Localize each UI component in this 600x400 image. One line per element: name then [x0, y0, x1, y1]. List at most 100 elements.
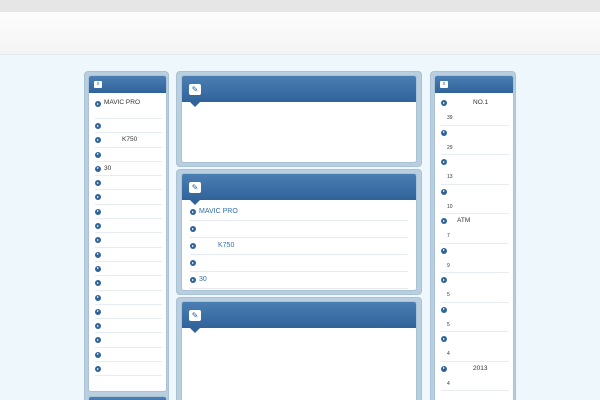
ranking-item[interactable]: 2013 4: [441, 362, 509, 391]
bullet-arrow-icon: [95, 337, 101, 344]
ranking-count: 29: [447, 144, 453, 151]
bullet-arrow-icon: [441, 277, 447, 283]
list-item[interactable]: MAVIC PRO: [190, 204, 408, 221]
center-block-3: ✎: [176, 297, 422, 400]
ranking-item[interactable]: 4: [441, 332, 509, 362]
list-item[interactable]: [95, 319, 162, 334]
bullet-arrow-icon: [190, 209, 196, 215]
list-item[interactable]: [95, 276, 162, 291]
center-list: MAVIC PRO K750 30: [182, 200, 416, 289]
ranking-list: NO.1 39 29 13 10 ATM 7 9 5 5 4 2013 4: [435, 93, 513, 391]
list-item[interactable]: 30: [190, 272, 408, 289]
list-item[interactable]: [95, 362, 162, 377]
list-item[interactable]: [95, 205, 162, 220]
list-item[interactable]: [95, 305, 162, 320]
list-item[interactable]: [95, 148, 162, 162]
ranking-count: 9: [447, 262, 450, 269]
ranking-item[interactable]: 9: [441, 244, 509, 273]
ranking-title[interactable]: 2013: [473, 365, 487, 372]
bullet-arrow-icon: [95, 101, 101, 107]
bullet-arrow-icon: [190, 243, 196, 249]
list-item[interactable]: [95, 119, 162, 134]
center-block-1: ✎: [176, 71, 422, 167]
ranking-title[interactable]: NO.1: [473, 99, 488, 106]
bullet-arrow-icon: [95, 180, 101, 187]
bullet-arrow-icon: [441, 100, 447, 106]
list-item[interactable]: [95, 333, 162, 348]
list-item[interactable]: [190, 221, 408, 238]
list-item[interactable]: [190, 255, 408, 272]
ranking-item[interactable]: ATM 7: [441, 214, 509, 244]
bullet-arrow-icon: [190, 226, 196, 232]
center-panel-3: ✎: [181, 301, 417, 400]
list-item-link[interactable]: 30: [199, 276, 207, 283]
bullet-arrow-icon: [441, 188, 447, 195]
list-item[interactable]: [95, 190, 162, 205]
list-item[interactable]: 30: [95, 162, 162, 177]
bullet-arrow-icon: [441, 218, 447, 224]
bullet-arrow-icon: [95, 223, 101, 230]
list-item[interactable]: [95, 233, 162, 248]
bullet-arrow-icon: [95, 208, 101, 215]
ranking-item[interactable]: 5: [441, 273, 509, 303]
list-item[interactable]: MAVIC PRO: [95, 97, 162, 119]
list-item[interactable]: [95, 291, 162, 305]
edit-icon[interactable]: ✎: [189, 84, 201, 95]
bullet-arrow-icon: [441, 336, 447, 342]
bullet-arrow-icon: [441, 247, 447, 254]
list-item-label: MAVIC PRO: [104, 99, 140, 106]
left-panel-header: x: [89, 76, 166, 93]
bullet-arrow-icon: [441, 129, 447, 136]
center-panel-1-header: ✎: [182, 76, 416, 107]
ranking-item[interactable]: 10: [441, 185, 509, 214]
edit-icon[interactable]: ✎: [189, 182, 201, 193]
bullet-arrow-icon: [441, 365, 447, 372]
bullet-arrow-icon: [95, 237, 101, 244]
list-item[interactable]: K750: [190, 238, 408, 255]
list-item[interactable]: [95, 219, 162, 234]
bullet-arrow-icon: [190, 260, 196, 266]
ranking-count: 13: [447, 174, 453, 180]
list-item[interactable]: [95, 262, 162, 277]
bullet-arrow-icon: [95, 265, 101, 272]
center-panel-2: ✎ MAVIC PRO K750 30: [181, 173, 417, 291]
ranking-count: 7: [447, 233, 450, 239]
list-item-label: 30: [104, 164, 112, 172]
list-item[interactable]: [95, 176, 162, 191]
bullet-arrow-icon: [95, 137, 101, 144]
list-item[interactable]: [95, 248, 162, 262]
center-panel-2-header: ✎: [182, 174, 416, 205]
list-item[interactable]: [95, 348, 162, 363]
bullet-arrow-icon: [95, 123, 101, 129]
bullet-arrow-icon: [95, 251, 101, 258]
ranking-title[interactable]: ATM: [457, 217, 470, 224]
right-panel-header: x: [435, 76, 513, 93]
ranking-item[interactable]: 29: [441, 126, 509, 155]
bullet-arrow-icon: [95, 294, 101, 301]
ranking-item[interactable]: NO.1 39: [441, 96, 509, 126]
left-list: MAVIC PRO K750 30: [89, 93, 166, 377]
right-sidebar: x NO.1 39 29 13 10 ATM 7 9 5 5 4 2013 4: [430, 71, 516, 400]
ranking-count: 10: [447, 203, 453, 210]
center-block-2: ✎ MAVIC PRO K750 30: [176, 169, 422, 295]
bullet-arrow-icon: [95, 366, 101, 373]
list-item-link[interactable]: K750: [199, 242, 234, 249]
bullet-arrow-icon: [95, 165, 101, 172]
ranking-count: 39: [447, 115, 453, 121]
bullet-arrow-icon: [95, 194, 101, 201]
center-panel-3-header: ✎: [182, 302, 416, 333]
ranking-item[interactable]: 5: [441, 303, 509, 332]
bullet-arrow-icon: [95, 323, 101, 330]
top-bar: [0, 0, 600, 12]
list-item-link[interactable]: MAVIC PRO: [199, 208, 238, 215]
bullet-arrow-icon: [95, 308, 101, 315]
ranking-item[interactable]: 13: [441, 155, 509, 185]
site-header: [0, 12, 600, 55]
left-sidebar: x MAVIC PRO K750 30: [84, 71, 169, 400]
collapse-icon[interactable]: x: [94, 81, 102, 88]
right-panel: x NO.1 39 29 13 10 ATM 7 9 5 5 4 2013 4: [434, 75, 514, 400]
center-panel-1: ✎: [181, 75, 417, 163]
list-item[interactable]: K750: [95, 133, 162, 148]
collapse-icon[interactable]: x: [440, 81, 448, 88]
edit-icon[interactable]: ✎: [189, 310, 201, 321]
